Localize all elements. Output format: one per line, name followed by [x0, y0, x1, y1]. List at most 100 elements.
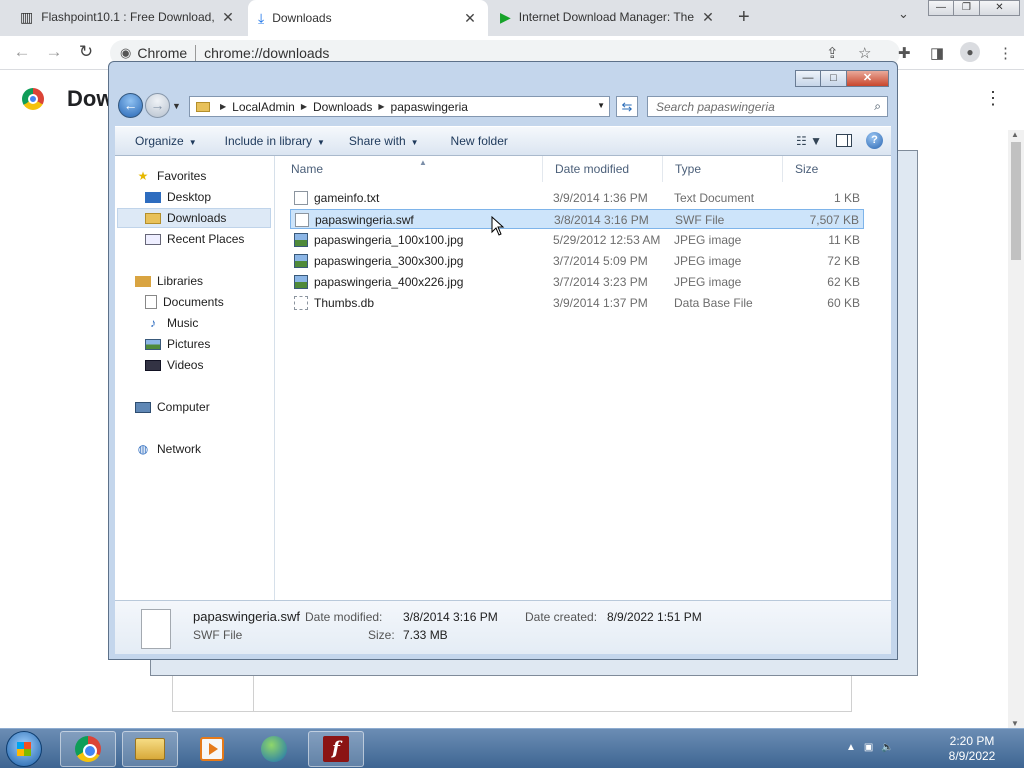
file-row-selected[interactable]: papaswingeria.swf 3/8/2014 3:16 PM SWF F…: [290, 209, 864, 229]
back-arrow-icon[interactable]: ←: [10, 42, 34, 62]
taskbar-chrome-button[interactable]: [60, 731, 116, 767]
address-bar[interactable]: ▶ LocalAdmin ▶ Downloads ▶ papaswingeria…: [189, 96, 610, 117]
nav-item-recent-places[interactable]: Recent Places: [145, 229, 244, 249]
column-label: Type: [675, 162, 702, 176]
close-button[interactable]: ✕: [847, 70, 889, 87]
nav-item-music[interactable]: ♪ Music: [145, 313, 198, 333]
new-tab-button[interactable]: +: [738, 6, 750, 29]
organize-button[interactable]: Organize ▼: [125, 134, 207, 148]
minimize-button[interactable]: —: [928, 0, 954, 16]
nav-item-desktop[interactable]: Desktop: [145, 187, 211, 207]
show-hidden-icons-icon[interactable]: ▲: [846, 742, 856, 753]
chrome-icon: [75, 736, 101, 762]
nav-item-libraries[interactable]: Libraries: [135, 271, 203, 291]
nav-item-videos[interactable]: Videos: [145, 355, 203, 375]
column-header-size[interactable]: Size: [783, 156, 859, 182]
system-clock[interactable]: 2:20 PM 8/9/2022: [930, 734, 1014, 764]
close-icon[interactable]: ✕: [700, 9, 716, 26]
details-created-value: 8/9/2022 1:51 PM: [607, 610, 702, 624]
file-size: 1 KB: [833, 191, 860, 205]
profile-icon[interactable]: ●: [960, 42, 980, 62]
tab-title: Internet Download Manager: The: [518, 10, 694, 24]
close-icon[interactable]: ✕: [220, 9, 236, 26]
network-tray-icon[interactable]: ▣: [864, 742, 873, 753]
file-row[interactable]: gameinfo.txt 3/9/2014 1:36 PM Text Docum…: [290, 188, 864, 208]
file-size: 72 KB: [827, 254, 860, 268]
address-dropdown-icon[interactable]: ▼: [597, 101, 605, 110]
taskbar-idm-button[interactable]: [246, 731, 302, 767]
image-file-icon: [294, 254, 308, 268]
share-icon[interactable]: ⇪: [826, 44, 839, 62]
forward-arrow-icon[interactable]: →: [42, 42, 66, 62]
tab-flashpoint[interactable]: ▥ Flashpoint10.1 : Free Download, ✕: [10, 0, 246, 34]
search-input[interactable]: Search papaswingeria ⌕: [647, 96, 888, 117]
search-icon[interactable]: ⌕: [874, 99, 881, 114]
refresh-icon[interactable]: ⇆: [616, 96, 638, 117]
breadcrumb-papaswingeria[interactable]: papaswingeria: [391, 100, 468, 114]
volume-icon[interactable]: 🔈: [881, 742, 893, 753]
omnibox-url[interactable]: chrome://downloads: [204, 45, 329, 61]
taskbar-flash-button[interactable]: f: [308, 731, 364, 767]
close-button[interactable]: ✕: [980, 0, 1020, 16]
chevron-down-icon: ▼: [188, 138, 197, 147]
minimize-button[interactable]: —: [795, 70, 821, 87]
file-row[interactable]: papaswingeria_400x226.jpg 3/7/2014 3:23 …: [290, 272, 864, 292]
chevron-right-icon[interactable]: ▶: [220, 102, 226, 111]
file-date: 5/29/2012 12:53 AM: [553, 233, 661, 247]
nav-item-network[interactable]: ◍ Network: [135, 439, 201, 459]
swf-file-icon: [295, 213, 309, 227]
scroll-up-icon[interactable]: ▲: [1011, 130, 1019, 139]
file-date: 3/7/2014 5:09 PM: [553, 254, 648, 268]
side-panel-icon[interactable]: ◨: [930, 44, 944, 62]
chevron-down-icon: ▼: [317, 138, 325, 147]
scrollbar-thumb[interactable]: [1011, 142, 1021, 260]
file-row[interactable]: papaswingeria_100x100.jpg 5/29/2012 12:5…: [290, 230, 864, 250]
taskbar-explorer-button[interactable]: [122, 731, 178, 767]
nav-item-downloads[interactable]: Downloads: [117, 208, 271, 228]
new-folder-button[interactable]: New folder: [441, 134, 518, 148]
nav-item-favorites[interactable]: ★ Favorites: [135, 166, 207, 186]
chevron-down-icon[interactable]: ⌄: [898, 6, 909, 22]
page-menu-icon[interactable]: ⋮: [984, 88, 1002, 109]
include-in-library-button[interactable]: Include in library ▼: [215, 134, 335, 148]
restore-button[interactable]: ❐: [954, 0, 980, 16]
nav-item-documents[interactable]: Documents: [145, 292, 224, 312]
extensions-icon[interactable]: ✚: [898, 44, 911, 62]
view-options-icon[interactable]: ☷ ▼: [796, 134, 822, 148]
column-header-type[interactable]: Type: [663, 156, 783, 182]
nav-label: Libraries: [157, 274, 204, 288]
tab-downloads[interactable]: ⤓ Downloads ✕: [248, 0, 488, 36]
share-with-button[interactable]: Share with ▼: [339, 134, 429, 148]
share-label: Share with: [348, 134, 406, 148]
recent-pages-dropdown-icon[interactable]: ▼: [172, 101, 181, 111]
download-item-box: [172, 676, 852, 712]
chevron-right-icon[interactable]: ▶: [301, 102, 307, 111]
star-icon[interactable]: ☆: [858, 44, 871, 62]
column-header-date[interactable]: Date modified: [543, 156, 663, 182]
file-row[interactable]: Thumbs.db 3/9/2014 1:37 PM Data Base Fil…: [290, 293, 864, 313]
details-pane: papaswingeria.swf SWF File Date modified…: [115, 600, 891, 654]
reload-icon[interactable]: ↻: [74, 42, 98, 62]
back-arrow-icon[interactable]: ←: [118, 93, 143, 118]
page-scrollbar[interactable]: ▲ ▼: [1008, 130, 1024, 728]
close-icon[interactable]: ✕: [462, 10, 478, 27]
breadcrumb-localadmin[interactable]: LocalAdmin: [232, 100, 295, 114]
kebab-menu-icon[interactable]: ⋮: [998, 44, 1013, 62]
nav-item-computer[interactable]: Computer: [135, 397, 210, 417]
maximize-button[interactable]: □: [821, 70, 847, 87]
column-header-name[interactable]: Name ▲: [279, 156, 543, 182]
tab-idm[interactable]: ▶ Internet Download Manager: The ✕: [490, 0, 726, 34]
chevron-right-icon[interactable]: ▶: [378, 102, 384, 111]
preview-pane-icon[interactable]: [836, 134, 852, 147]
nav-item-pictures[interactable]: Pictures: [145, 334, 210, 354]
taskbar-media-player-button[interactable]: [184, 731, 240, 767]
view-controls: ☷ ▼ ?: [796, 132, 883, 149]
omnibox-divider: [195, 45, 197, 61]
file-type: Text Document: [674, 191, 755, 205]
scroll-down-icon[interactable]: ▼: [1011, 719, 1019, 728]
file-row[interactable]: papaswingeria_300x300.jpg 3/7/2014 5:09 …: [290, 251, 864, 271]
help-icon[interactable]: ?: [866, 132, 883, 149]
start-button[interactable]: [6, 731, 42, 767]
forward-arrow-icon[interactable]: →: [145, 93, 170, 118]
breadcrumb-downloads[interactable]: Downloads: [313, 100, 372, 114]
